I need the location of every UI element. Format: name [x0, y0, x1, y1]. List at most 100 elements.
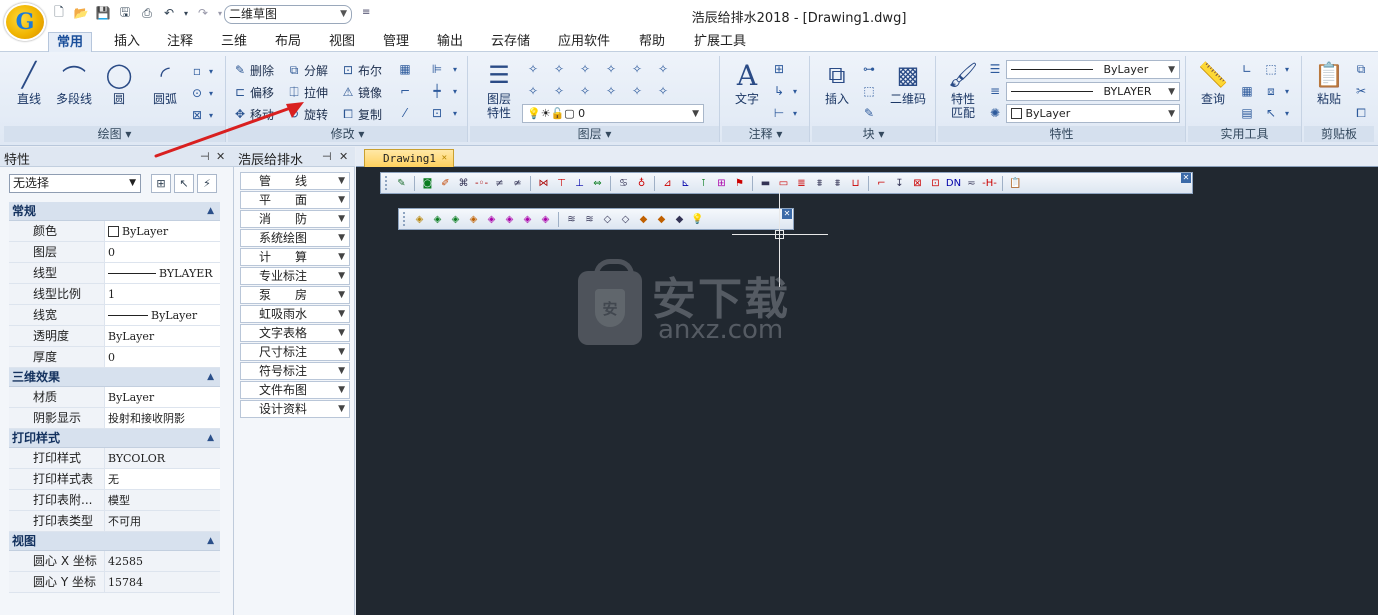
tool-valve-icon[interactable]: ⋈ — [536, 176, 551, 191]
tool-dn-icon[interactable]: DN — [946, 176, 961, 191]
select-window-icon[interactable]: ⬚ — [1262, 60, 1280, 78]
layer-stack-icon[interactable]: ≋ — [582, 212, 597, 227]
tab-layout[interactable]: 布局 — [267, 32, 309, 52]
layer-tool-icon[interactable]: ✧ — [654, 60, 672, 78]
tab-manage[interactable]: 管理 — [375, 32, 417, 52]
axis-icon[interactable]: ∟ — [1238, 60, 1256, 78]
qrcode-button[interactable]: ▩ 二维码 — [884, 58, 932, 122]
explode-button[interactable]: ⧉ 分解 — [286, 60, 328, 80]
tool-vertical-icon[interactable]: ⊺ — [696, 176, 711, 191]
menu-text-table[interactable]: 文字表格 ▼ — [240, 324, 350, 342]
property-row[interactable]: 圆心 Y 坐标 15784 — [9, 572, 220, 593]
tool-dh-icon[interactable]: ⊡ — [928, 176, 943, 191]
annotation-panel-title[interactable]: 注释 ▾ — [722, 126, 809, 142]
property-row[interactable]: 颜色 ByLayer — [9, 221, 220, 242]
calculator-icon[interactable]: ▦ — [1238, 82, 1256, 100]
tool-comb2-icon[interactable]: ⩩ — [830, 176, 845, 191]
layer-tool-icon[interactable]: ◈ — [520, 212, 535, 227]
layer-stack-icon[interactable]: ◆ — [636, 212, 651, 227]
layer-tool-icon[interactable]: ✧ — [524, 60, 542, 78]
property-row[interactable]: 打印表附... 模型 — [9, 490, 220, 511]
chevron-down-icon[interactable]: ▾ — [1282, 82, 1292, 100]
layer-stack-icon[interactable]: ◇ — [618, 212, 633, 227]
layer-tool-icon[interactable]: ◈ — [430, 212, 445, 227]
trim-icon[interactable]: ┿ — [428, 82, 446, 100]
menu-calculation[interactable]: 计 算 ▼ — [240, 248, 350, 266]
color-dropdown[interactable]: ByLayer ▼ — [1006, 104, 1180, 123]
circle-button[interactable]: ◯ 圆 — [96, 58, 142, 122]
layer-tool-icon[interactable]: ◈ — [412, 212, 427, 227]
menu-design-data[interactable]: 设计资料 ▼ — [240, 400, 350, 418]
layer-tool-icon[interactable]: ✧ — [524, 82, 542, 100]
close-tab-icon[interactable]: ✕ — [442, 150, 447, 167]
drawing-canvas[interactable]: ✎ ◙ ✐ ⌘ -◦- ≠ ≄ ⋈ ⊤ ⊥ ⇔ ♋ ♁ ⊿ ⊾ ⊺ ⊞ ⚑ ▬ … — [356, 167, 1378, 615]
selection-dropdown[interactable]: 无选择 ▼ — [9, 174, 141, 193]
utilities-panel-title[interactable]: 实用工具 — [1188, 126, 1301, 142]
toggle-pickadd-icon[interactable]: ⊞ — [151, 174, 171, 193]
property-row[interactable]: 打印表类型 不可用 — [9, 511, 220, 532]
close-icon[interactable]: ✕ — [782, 209, 792, 219]
block-panel-title[interactable]: 块 ▾ — [812, 126, 935, 142]
tool-flag-icon[interactable]: ⚑ — [732, 176, 747, 191]
tool-hydrant-icon[interactable]: ♁ — [634, 176, 649, 191]
insert-block-button[interactable]: ⧉ 插入 — [814, 58, 860, 122]
copy-clip-icon[interactable]: ⧉ — [1352, 60, 1370, 78]
tool-node-icon[interactable]: -◦- — [474, 176, 489, 191]
boolean-button[interactable]: ⊡ 布尔 — [340, 60, 382, 80]
tool-meter-icon[interactable]: ⊥ — [572, 176, 587, 191]
tab-help[interactable]: 帮助 — [631, 32, 673, 52]
chevron-down-icon[interactable]: ▾ — [450, 104, 460, 122]
tool-stack-icon[interactable]: ≣ — [794, 176, 809, 191]
tool-elevation-icon[interactable]: ⌐ — [874, 176, 889, 191]
tool-slope-icon[interactable]: ↧ — [892, 176, 907, 191]
menu-fire-protection[interactable]: 消 防 ▼ — [240, 210, 350, 228]
layer-panel-title[interactable]: 图层 ▾ — [470, 126, 719, 142]
layer-stack-icon[interactable]: ◆ — [672, 212, 687, 227]
create-block-icon[interactable]: ⊶ — [860, 60, 878, 78]
menu-siphon-rain[interactable]: 虹吸雨水 ▼ — [240, 305, 350, 323]
tool-xh-icon[interactable]: ⊠ — [910, 176, 925, 191]
layer-stack-icon[interactable]: ◇ — [600, 212, 615, 227]
menu-system-drawing[interactable]: 系统绘图 ▼ — [240, 229, 350, 247]
quick-select-icon[interactable]: ▤ — [1238, 104, 1256, 122]
copy-button[interactable]: ⧠ 复制 — [340, 104, 382, 124]
tool-clipboard-icon[interactable]: 📋 — [1008, 176, 1023, 191]
property-row[interactable]: 阴影显示 投射和接收阴影 — [9, 408, 220, 429]
layer-tool-icon[interactable]: ◈ — [538, 212, 553, 227]
layer-tool-icon[interactable]: ✧ — [550, 60, 568, 78]
polyline-button[interactable]: ⌒ 多段线 — [50, 58, 98, 122]
tab-home[interactable]: 常用 — [48, 32, 93, 53]
property-row[interactable]: 打印样式 BYCOLOR — [9, 448, 220, 469]
tool-edit-icon[interactable]: ⌘ — [456, 176, 471, 191]
property-row[interactable]: 透明度 ByLayer — [9, 326, 220, 347]
tool-riser-icon[interactable]: ⊿ — [660, 176, 675, 191]
edit-block-icon[interactable]: ⬚ — [860, 82, 878, 100]
chevron-down-icon[interactable]: ▾ — [1282, 104, 1292, 122]
chevron-down-icon[interactable]: ▾ — [790, 104, 800, 122]
tab-output[interactable]: 输出 — [429, 32, 471, 52]
close-icon[interactable]: ✕ — [339, 150, 348, 163]
dimension-icon[interactable]: ⊢ — [770, 104, 788, 122]
layer-properties-button[interactable]: ☰ 图层 特性 — [476, 58, 522, 122]
layer-dropdown[interactable]: 💡☀🔓▢ 0 ▼ — [522, 104, 704, 123]
mirror-button[interactable]: ⚠ 镜像 — [340, 82, 382, 102]
text-button[interactable]: A 文字 — [724, 58, 770, 122]
layer-tool-icon[interactable]: ◈ — [502, 212, 517, 227]
chevron-down-icon[interactable]: ▾ — [450, 82, 460, 100]
attribute-icon[interactable]: ✎ — [860, 104, 878, 122]
property-row[interactable]: 圆心 X 坐标 42585 — [9, 551, 220, 572]
layer-stack-icon[interactable]: ◆ — [654, 212, 669, 227]
tool-h-icon[interactable]: -H- — [982, 176, 997, 191]
property-row[interactable]: 线宽 ByLayer — [9, 305, 220, 326]
tab-3d[interactable]: 三维 — [213, 32, 255, 52]
cursor-icon[interactable]: ↖ — [1262, 104, 1280, 122]
app-logo[interactable]: G — [4, 3, 46, 41]
document-tab[interactable]: Drawing1 ✕ — [364, 149, 454, 167]
tool-drain-icon[interactable]: ⊾ — [678, 176, 693, 191]
tool-comb-icon[interactable]: ⩩ — [812, 176, 827, 191]
tool-break-icon[interactable]: ≠ — [492, 176, 507, 191]
property-row[interactable]: 线型比例 1 — [9, 284, 220, 305]
break-icon[interactable]: ⁄ — [396, 104, 414, 122]
layer-stack-icon[interactable]: ≋ — [564, 212, 579, 227]
layer-tool-icon[interactable]: ◈ — [466, 212, 481, 227]
